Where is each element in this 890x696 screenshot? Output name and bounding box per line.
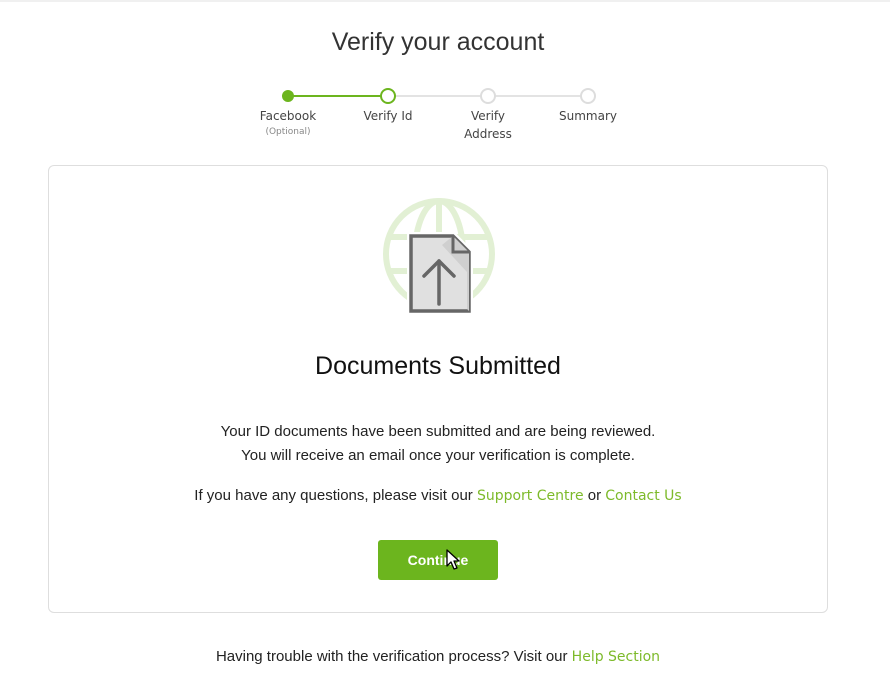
step-dot-summary <box>580 88 596 104</box>
document-upload-icon <box>383 198 495 315</box>
questions-prefix: If you have any questions, please visit … <box>194 487 473 504</box>
stepper-line-completed <box>288 95 388 97</box>
step-label-verify-address: Verify Address <box>438 107 538 143</box>
step-sublabel-optional: (Optional) <box>265 127 311 137</box>
message-line-2: You will receive an email once your veri… <box>241 447 635 464</box>
mouse-cursor-icon <box>446 549 460 570</box>
message-line-1: Your ID documents have been submitted an… <box>220 423 656 440</box>
step-label-facebook: Facebook (Optional) <box>238 107 338 139</box>
step-label-text: Summary <box>559 109 617 123</box>
progress-stepper: Facebook (Optional) Verify Id Verify Add… <box>0 0 890 150</box>
step-label-text-line2: Address <box>464 127 512 141</box>
support-centre-link[interactable]: Support Centre <box>477 488 584 504</box>
step-dot-verify-address <box>480 88 496 104</box>
step-label-text: Verify Id <box>363 109 413 123</box>
step-label-text-line1: Verify <box>470 109 506 123</box>
footer-help-line: Having trouble with the verification pro… <box>0 648 876 665</box>
step-dot-facebook <box>282 90 294 102</box>
questions-line: If you have any questions, please visit … <box>0 487 876 504</box>
footer-text: Having trouble with the verification pro… <box>215 648 568 665</box>
card-heading: Documents Submitted <box>315 352 561 380</box>
step-label-verify-id: Verify Id <box>338 107 438 125</box>
step-dot-verify-id <box>380 88 396 104</box>
questions-or: or <box>587 487 602 504</box>
step-label-summary: Summary <box>538 107 638 125</box>
contact-us-link[interactable]: Contact Us <box>605 488 681 504</box>
help-section-link[interactable]: Help Section <box>572 649 660 665</box>
step-label-text: Facebook <box>259 109 317 123</box>
continue-button[interactable]: Continue <box>378 540 498 580</box>
